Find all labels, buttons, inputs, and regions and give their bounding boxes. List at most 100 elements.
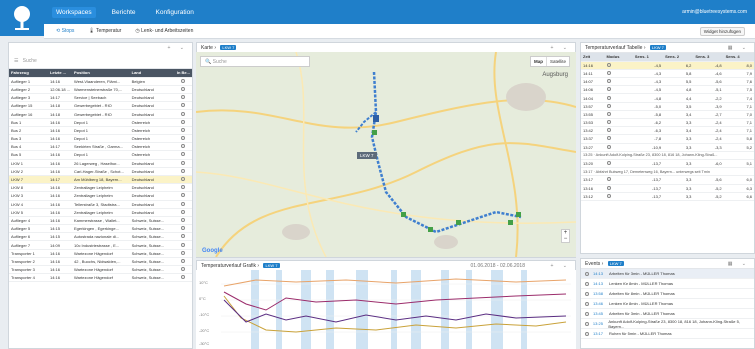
- table-row[interactable]: Transporter 2 14:16 42 , Buochs, Nidwalden…: [9, 257, 192, 267]
- table-row[interactable]: LKW 1 14:16 26 Lagerweg , Haselhor... Deuts…: [9, 159, 192, 168]
- temp-value: -4,5: [632, 85, 664, 95]
- event-row[interactable]: 14:13 Arbeiten für 3min - MÜLLER Thomas: [581, 269, 754, 279]
- fleet-search-input[interactable]: Suche: [23, 58, 37, 64]
- table-row[interactable]: LKW 7 14:17 Am Mühlberg 18, Bayern... Deuts…: [9, 175, 192, 185]
- temp-row[interactable]: 14:07 -4,3 5,5 -5,6 7,6: [581, 77, 754, 87]
- temp-col-header[interactable]: Sens. 2: [663, 53, 694, 62]
- temp-row[interactable]: 14:11 -4,3 5,8 -4,6 7,9: [581, 69, 754, 79]
- table-row[interactable]: Auflieger 6 14:15 Autostrada nazionale di.…: [9, 232, 192, 242]
- temp-row[interactable]: 14:04 -4,8 4,4 -2,2 7,4: [581, 93, 754, 103]
- user-email[interactable]: armin@bluetreesystems.com: [682, 9, 747, 15]
- event-row[interactable]: 13:46 Lenken für 8min - MÜLLER Thomas: [581, 299, 754, 309]
- table-row[interactable]: Transporter 3 14:16 Wartezone Hägendorf Sch…: [9, 265, 192, 275]
- status-cell: [174, 159, 192, 168]
- tab-stops[interactable]: ⟲ Stops: [56, 28, 74, 34]
- col-letzte[interactable]: Letzte ...: [47, 69, 72, 78]
- table-row[interactable]: LKW 3 14:16 Zentrallager Leipheim Deutschla…: [9, 191, 192, 201]
- nav-konfiguration[interactable]: Konfiguration: [152, 7, 198, 18]
- add-widget-button[interactable]: Widget hinzufügen: [699, 27, 745, 36]
- col-land[interactable]: Land: [129, 69, 175, 78]
- temp-row[interactable]: 13:37 -7,8 3,3 -2,4 5,8: [581, 134, 754, 144]
- table-row[interactable]: Transporter 4 14:16 Wartezone Hägendorf Sch…: [9, 273, 192, 283]
- zoom-out-icon[interactable]: −: [562, 236, 569, 242]
- temp-time: 14:07: [581, 77, 605, 87]
- map-type-satellite[interactable]: Satellite: [547, 57, 569, 66]
- map-type-map[interactable]: Map: [531, 57, 547, 66]
- fleet-search[interactable]: ☰ Suche: [9, 55, 192, 69]
- temp-table-controls[interactable]: ▦ ⌄: [728, 45, 750, 51]
- table-cell: 14:16: [47, 159, 72, 168]
- temp-col-header[interactable]: Sens. 4: [723, 53, 754, 62]
- event-row[interactable]: 14:13 Lenken für 8min - MÜLLER Thomas: [581, 279, 754, 289]
- map-view[interactable]: 🔍 Suche Map Satellite Augsburg LKW 7 + − …: [196, 52, 576, 257]
- temp-row[interactable]: 13:42 -6,3 3,4 -2,4 7,1: [581, 126, 754, 136]
- status-icon: [181, 250, 186, 255]
- map-panel-controls[interactable]: + ⌄: [551, 45, 572, 51]
- temp-row[interactable]: 13:53 -6,2 3,3 -2,4 7,1: [581, 118, 754, 128]
- event-row[interactable]: 13:58 Arbeiten für 8min - MÜLLER Thomas: [581, 289, 754, 299]
- temp-col-header[interactable]: Sens. 3: [693, 53, 724, 62]
- temp-row[interactable]: 13:57 -5,0 3,5 -3,9 7,1: [581, 102, 754, 111]
- chart-canvas: [221, 270, 571, 349]
- temp-row[interactable]: 14:16 -4,5 6,2 -4,8 8,0: [581, 61, 754, 70]
- event-row[interactable]: 13:25 Ankunft Adolf-Kolping-Straße 23, 83…: [581, 319, 754, 329]
- table-row[interactable]: LKW 8 14:16 Zentrallager Leipheim Deutschla…: [9, 183, 192, 193]
- nav-berichte[interactable]: Berichte: [108, 7, 140, 18]
- temp-table-tag[interactable]: LKW 7: [649, 45, 666, 50]
- map-search-input[interactable]: 🔍 Suche: [200, 56, 310, 67]
- event-row[interactable]: 13:17 Ruhen für 5min - MÜLLER Thomas: [581, 329, 754, 339]
- nav-workspaces[interactable]: Workspaces: [52, 7, 96, 18]
- table-row[interactable]: Auflieger 7 14:09 10c Industriestrasse , E…: [9, 240, 192, 250]
- tab-lenkzeiten[interactable]: ◷ Lenk- und Arbeitszeiten: [135, 28, 193, 34]
- temp-row[interactable]: 13:20 -13,7 3,3 -6,0 5,1: [581, 159, 754, 169]
- chart-panel-controls[interactable]: + ⌄: [551, 263, 572, 269]
- table-row[interactable]: Bus 2 14:16 Depot 1 Österreich: [9, 126, 192, 136]
- events-controls[interactable]: ▦ ⌄: [728, 261, 750, 267]
- temperature-chart[interactable]: 10°C 0°C -10°C -20°C -30°C: [196, 270, 576, 349]
- table-row[interactable]: LKW 5 14:16 Zentrallager Leipheim Deutschla…: [9, 208, 192, 217]
- tree-logo-icon[interactable]: [0, 0, 44, 36]
- clock-icon: [606, 87, 611, 92]
- table-cell: LKW 1: [9, 159, 48, 168]
- tab-temperatur[interactable]: 🌡 Temperatur: [88, 28, 121, 34]
- table-row[interactable]: Auflieger 5 14:15 Egerkingen , Egerkinge..…: [9, 224, 192, 234]
- fleet-table: Fahrzeug Letzte ... Position Land In Be.…: [9, 69, 192, 283]
- map-vehicle-label[interactable]: LKW 7: [357, 152, 377, 159]
- table-row[interactable]: Auflieger 15 14:18 Gewerbegebiet - RIO Deut…: [9, 101, 192, 111]
- col-inbetrieb[interactable]: In Be...: [174, 69, 192, 78]
- table-row[interactable]: LKW 2 14:16 Carl-Hager-Straße , Schot... De…: [9, 167, 192, 176]
- temp-col-header[interactable]: Modus: [604, 53, 633, 62]
- event-icon: [585, 271, 589, 276]
- temp-col-header[interactable]: Zeit: [581, 53, 605, 62]
- table-row[interactable]: Bus 1 14:16 Depot 1 Österreich: [9, 118, 192, 127]
- temp-row[interactable]: 13:17 -13,7 3,3 -5,6 6,0: [581, 175, 754, 185]
- temp-row[interactable]: 14:06 -4,5 4,8 -5,1 7,5: [581, 85, 754, 95]
- status-icon: [181, 127, 186, 132]
- col-position[interactable]: Position: [72, 69, 130, 78]
- table-row[interactable]: Bus 4 14:17 Seekirten Straße , Garma... Öst…: [9, 142, 192, 152]
- table-row[interactable]: Bus 3 14:16 Depot 1 Österreich: [9, 134, 192, 144]
- fleet-panel-controls[interactable]: + ⌄: [168, 45, 189, 51]
- chart-date-range[interactable]: 01.06.2018 - 02.06.2018: [471, 263, 526, 269]
- event-row[interactable]: 13:45 Arbeiten für 3min - MÜLLER Thomas: [581, 309, 754, 319]
- table-row[interactable]: Auflieger 3 14:17 Service | Seebach Deutsch…: [9, 93, 192, 103]
- temp-row[interactable]: 13:16 -13,7 3,3 -5,2 6,3: [581, 184, 754, 193]
- temp-col-header[interactable]: Sens. 1: [632, 53, 664, 62]
- table-row[interactable]: Bus 5 14:16 Depot 1 Österreich: [9, 150, 192, 160]
- col-fahrzeug[interactable]: Fahrzeug: [9, 69, 48, 78]
- table-row[interactable]: Auflieger 16 14:18 Gewerbegebiet - RIO Deut…: [9, 109, 192, 119]
- table-row[interactable]: Auflieger 2 12.06.18 ... Warmensteinerstra…: [9, 85, 192, 95]
- table-row[interactable]: Transporter 1 14:16 Wartezone Hägendorf Sch…: [9, 249, 192, 258]
- temp-row[interactable]: 13:12 -13,7 3,3 -5,2 6,6: [581, 192, 754, 201]
- table-row[interactable]: Auflieger 1 14:16 West-Vlaanderen, Flämi..…: [9, 77, 192, 86]
- status-cell: [174, 257, 192, 267]
- temp-value: 7,9: [723, 69, 754, 79]
- table-row[interactable]: Auflieger 4 14:16 Kammerstrasse , Wallet..…: [9, 216, 192, 226]
- temp-row[interactable]: 13:27 -10,9 3,3 -3,3 5,2: [581, 143, 754, 152]
- chart-vehicle-tag[interactable]: LKW 7: [263, 263, 280, 268]
- events-tag[interactable]: LKW 7: [607, 261, 624, 266]
- table-row[interactable]: LKW 4 14:16 Tellerstraße 3, Stadtstra... De…: [9, 200, 192, 209]
- map-zoom-controls[interactable]: + −: [561, 229, 570, 243]
- map-vehicle-tag[interactable]: LKW 7: [220, 45, 237, 50]
- temp-row[interactable]: 13:55 -5,8 3,4 -2,7 7,0: [581, 110, 754, 120]
